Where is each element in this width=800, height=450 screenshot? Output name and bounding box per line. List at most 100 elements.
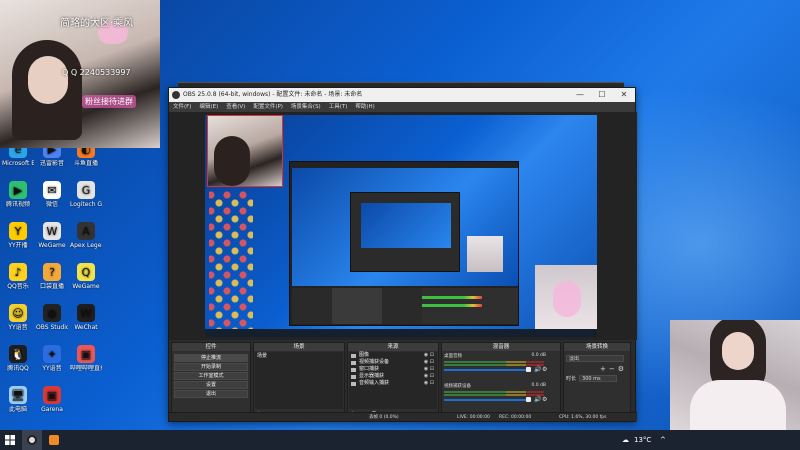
- app-icon: ✉: [43, 181, 61, 199]
- add-transition-button[interactable]: +: [600, 365, 606, 373]
- desktop-icon[interactable]: W WeChat: [70, 304, 102, 331]
- desktop-icon[interactable]: ▶ 腾讯视频: [2, 181, 34, 208]
- desktop-icon[interactable]: ✉ 微信: [36, 181, 68, 208]
- app-icon: ▣: [77, 345, 95, 363]
- desktop-icon[interactable]: ☺ YY语音: [2, 304, 34, 331]
- obs-window[interactable]: OBS 25.0.8 (64-bit, windows) - 配置文件: 未命名…: [168, 87, 637, 422]
- desktop: eMicrosoft Edge▶迅雷影音◐斗鱼直播▶腾讯视频✉微信GLogite…: [0, 0, 800, 450]
- desktop-icon[interactable]: Q WeGame: [70, 263, 102, 290]
- volume-slider-handle[interactable]: [526, 367, 531, 372]
- windows-start-icon[interactable]: [0, 430, 20, 450]
- desktop-icon[interactable]: 🐧 腾讯QQ: [2, 345, 34, 372]
- menu-tools[interactable]: 工具(T): [329, 102, 348, 112]
- transition-gear-icon[interactable]: ⚙: [618, 365, 624, 373]
- duration-input[interactable]: 300 ms: [579, 375, 618, 382]
- source-item[interactable]: 视频捕获设备 ◉ ⊡: [349, 359, 437, 366]
- preview-webcam-source[interactable]: [207, 115, 283, 187]
- studio-mode-button[interactable]: 工作室模式: [174, 372, 248, 380]
- transitions-dock: 场景转换 淡出 + − ⚙ 时长 300 ms: [563, 342, 631, 420]
- desktop-icon[interactable]: ? 口袋直播: [36, 263, 68, 290]
- obs-docks: 控件 停止推流 开始录制 工作室模式 设置 退出 场景 场景 + — ∧: [169, 340, 637, 422]
- gear-icon[interactable]: ⚙: [542, 366, 547, 373]
- chevron-up-icon[interactable]: ^: [660, 430, 666, 450]
- remove-transition-button[interactable]: −: [609, 365, 615, 373]
- desktop-icon-label: 腾讯QQ: [7, 365, 29, 372]
- sources-list[interactable]: 图像 ◉ ⊡ 视频捕获设备 ◉ ⊡ 窗口捕获 ◉ ⊡ 显示器捕获 ◉ ⊡ 音频输入捕获 ◉…: [349, 352, 437, 409]
- source-item[interactable]: 音频输入捕获 ◉ ⊡: [349, 380, 437, 387]
- preview-canvas[interactable]: [205, 115, 597, 337]
- desktop-icon[interactable]: 🖥 此电脑: [2, 386, 34, 413]
- desktop-icon[interactable]: G Logitech G HUB: [70, 181, 102, 208]
- desktop-icon[interactable]: W WeGame: [36, 222, 68, 249]
- volume-slider[interactable]: [444, 369, 528, 371]
- desktop-icon[interactable]: ✦ YY语音: [36, 345, 68, 372]
- start-recording-button[interactable]: 开始录制: [174, 363, 248, 371]
- desktop-icon[interactable]: ♪ QQ音乐: [2, 263, 34, 290]
- menu-file[interactable]: 文件(F): [173, 102, 191, 112]
- level-meter: [444, 391, 544, 393]
- settings-button[interactable]: 设置: [174, 381, 248, 389]
- menu-view[interactable]: 查看(V): [226, 102, 245, 112]
- minimize-button[interactable]: —: [569, 88, 591, 102]
- scenes-list[interactable]: 场景: [255, 352, 343, 409]
- weather-temp[interactable]: 13°C: [634, 430, 651, 450]
- volume-slider[interactable]: [444, 399, 528, 401]
- close-button[interactable]: ✕: [613, 88, 635, 102]
- desktop-icon[interactable]: A Apex Legends: [70, 222, 102, 249]
- desktop-icon[interactable]: ◉ OBS Studio: [36, 304, 68, 331]
- desktop-icon[interactable]: Y YY开播: [2, 222, 34, 249]
- desktop-icon-label: 微信: [45, 201, 58, 208]
- scenes-dock-title: 场景: [254, 343, 344, 351]
- menu-help[interactable]: 帮助(H): [355, 102, 374, 112]
- preview-cam-hair: [214, 136, 250, 186]
- obs-taskbar-icon[interactable]: [22, 430, 42, 450]
- nested-meter-2: [422, 304, 482, 307]
- app-icon: A: [77, 222, 95, 240]
- transition-type-select[interactable]: 淡出: [566, 355, 624, 362]
- desktop-icon[interactable]: ▣ 哔哩哔哩直播: [70, 345, 102, 372]
- speaker-icon[interactable]: 🔊: [534, 396, 541, 403]
- desktop-icon[interactable]: ▣ Garena: [36, 386, 68, 413]
- source-label: 显示器捕获: [359, 373, 385, 379]
- preview-taskbar: [205, 329, 597, 337]
- dropped-frames: 丢帧 0 (0.0%): [369, 415, 399, 420]
- eye-lock-icon[interactable]: ◉ ⊡: [424, 359, 434, 366]
- desktop-icon-label: Apex Legends: [70, 242, 102, 249]
- stop-streaming-button[interactable]: 停止推流: [174, 354, 248, 362]
- source-item[interactable]: 显示器捕获 ◉ ⊡: [349, 373, 437, 380]
- source-item[interactable]: 图像 ◉ ⊡: [349, 352, 437, 359]
- source-item[interactable]: 窗口捕获 ◉ ⊡: [349, 366, 437, 373]
- preview-small-cam: [467, 236, 503, 272]
- sources-dock: 来源 图像 ◉ ⊡ 视频捕获设备 ◉ ⊡ 窗口捕获 ◉ ⊡ 显示器捕获 ◉ ⊡ 音频输入…: [347, 342, 439, 420]
- eye-lock-icon[interactable]: ◉ ⊡: [424, 352, 434, 359]
- exit-button[interactable]: 退出: [174, 390, 248, 398]
- app-icon: ▣: [43, 386, 61, 404]
- eye-lock-icon[interactable]: ◉ ⊡: [424, 366, 434, 373]
- app-icon: ▶: [9, 181, 27, 199]
- window-source-icon: [351, 367, 356, 372]
- app-taskbar-icon[interactable]: [44, 430, 64, 450]
- weather-cloud-icon[interactable]: ☁: [622, 430, 629, 450]
- volume-slider-handle[interactable]: [526, 397, 531, 402]
- mixer-channel-desktop: 桌面音频 0.0 dB 🔊 ⚙: [444, 353, 548, 379]
- webcam-overlay-top-left: 简略的大区·乘风 Q Q 2240533997 粉丝接待进群: [0, 0, 160, 148]
- obs-title-bar[interactable]: OBS 25.0.8 (64-bit, windows) - 配置文件: 未命名…: [169, 88, 635, 102]
- desktop-icon-label: YY语音: [42, 365, 62, 372]
- menu-profile[interactable]: 配置文件(P): [253, 102, 283, 112]
- menu-scene-collection[interactable]: 场景集合(S): [291, 102, 321, 112]
- mixer-channel-db: 0.0 dB: [531, 353, 546, 358]
- eye-lock-icon[interactable]: ◉ ⊡: [424, 380, 434, 387]
- menu-edit[interactable]: 编辑(E): [199, 102, 218, 112]
- live-timer: LIVE: 00:00:00: [457, 415, 490, 420]
- scene-item[interactable]: 场景: [255, 352, 343, 360]
- obs-status-bar: 丢帧 0 (0.0%) LIVE: 00:00:00 REC: 00:00:00…: [169, 412, 637, 421]
- speaker-icon[interactable]: 🔊: [534, 366, 541, 373]
- gear-icon[interactable]: ⚙: [542, 396, 547, 403]
- maximize-button[interactable]: ☐: [591, 88, 613, 102]
- obs-preview-area[interactable]: [169, 112, 637, 340]
- cam-title-text: 简略的大区·乘风: [60, 18, 134, 29]
- app-icon: 🖥: [9, 386, 27, 404]
- preview-cam-blur: [553, 281, 581, 317]
- eye-lock-icon[interactable]: ◉ ⊡: [424, 373, 434, 380]
- taskbar: ☁ 13°C ^: [0, 430, 800, 450]
